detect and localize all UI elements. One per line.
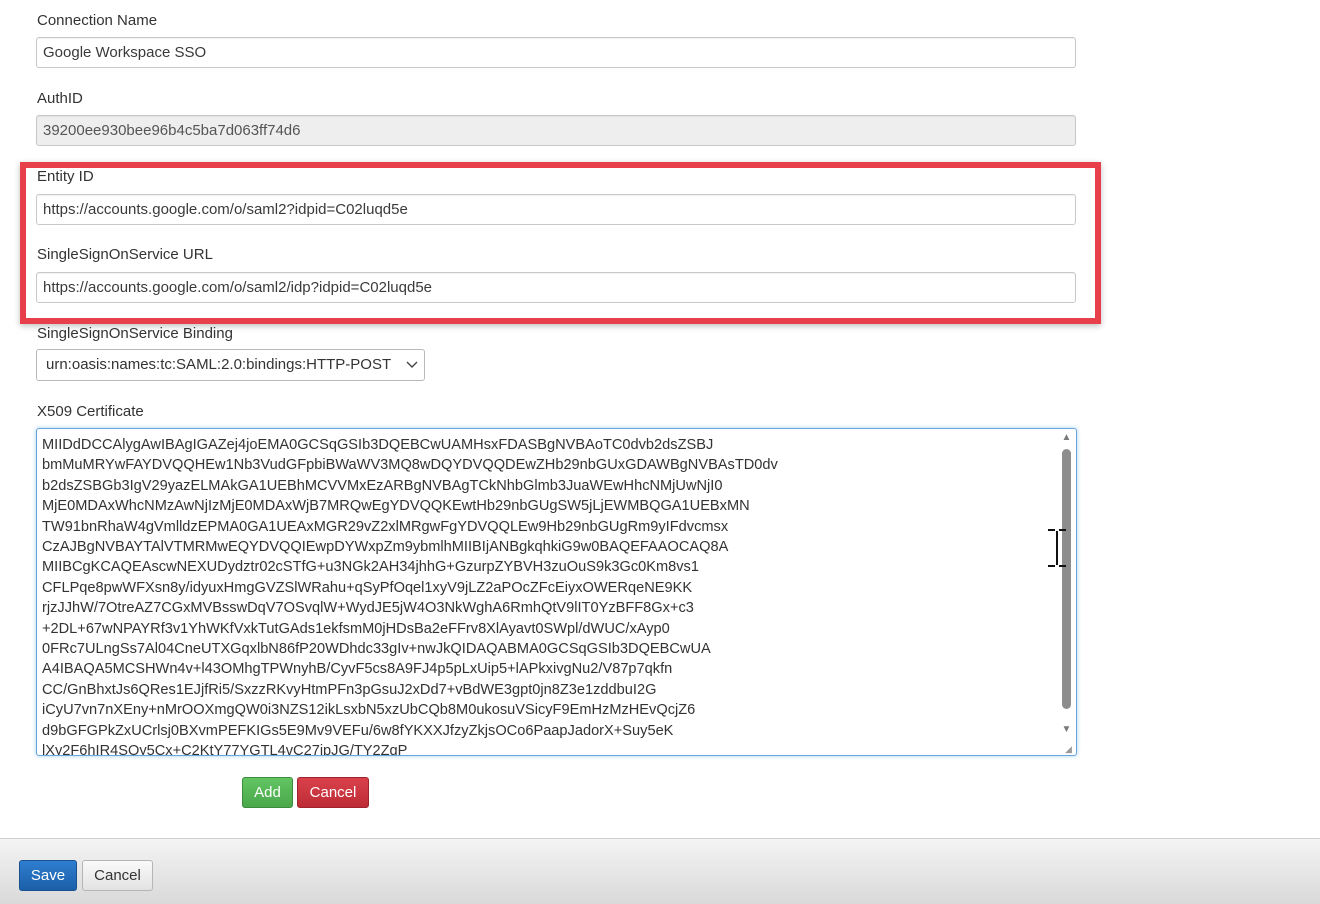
certificate-line: lXy2F6hIR4SOy5Cx+C2KtY77YGTL4vC27ipJG/TY…	[42, 743, 408, 756]
resize-handle-icon[interactable]: ◢	[1065, 744, 1075, 754]
sso-url-label: SingleSignOnService URL	[37, 246, 213, 263]
add-button[interactable]: Add	[242, 777, 293, 808]
certificate-line: 0FRc7ULngSs7Al04CneUTXGqxlbN86fP20WDhdc3…	[42, 641, 711, 658]
sso-binding-value: urn:oasis:names:tc:SAML:2.0:bindings:HTT…	[46, 356, 392, 373]
chevron-down-icon	[406, 350, 418, 391]
certificate-line: MIIDdDCCAlygAwIBAgIGAZej4joEMA0GCSqGSIb3…	[42, 437, 714, 453]
certificate-label: X509 Certificate	[37, 403, 144, 420]
certificate-line: b2dsZSBGb3IgV29yazELMAkGA1UEBhMCVVMxEzAR…	[42, 477, 723, 494]
certificate-line: CzAJBgNVBAYTAlVTMRMwEQYDVQQIEwpDYWxpZm9y…	[42, 539, 729, 556]
certificate-line: d9bGFGPkZxUCrlsj0BXvmPEFKIGs5E9Mv9VEFu/6…	[42, 722, 674, 739]
sso-binding-label: SingleSignOnService Binding	[37, 325, 233, 342]
entity-id-input[interactable]: https://accounts.google.com/o/saml2?idpi…	[36, 194, 1076, 225]
cancel-form-button[interactable]: Cancel	[297, 777, 369, 808]
scroll-down-icon[interactable]: ▼	[1059, 723, 1074, 737]
sso-url-input[interactable]: https://accounts.google.com/o/saml2/idp?…	[36, 272, 1076, 303]
entity-id-label: Entity ID	[37, 168, 94, 185]
authid-label: AuthID	[37, 90, 83, 107]
certificate-textarea[interactable]: MIIDdDCCAlygAwIBAgIGAZej4joEMA0GCSqGSIb3…	[36, 428, 1077, 756]
text-cursor-icon	[1045, 528, 1069, 568]
certificate-lines: MIIDdDCCAlygAwIBAgIGAZej4joEMA0GCSqGSIb3…	[42, 435, 778, 756]
cancel-button[interactable]: Cancel	[82, 860, 153, 891]
certificate-line: iCyU7vn7nXEny+nMrOOXmgQW0i3NZS12ikLsxbN5…	[42, 702, 696, 719]
connection-name-label: Connection Name	[37, 12, 158, 29]
certificate-line: CFLPqe8pwWFXsn8y/idyuxHmgGVZSlWRahu+qSyP…	[42, 579, 693, 596]
certificate-line: bmMuMRYwFAYDVQQHEw1Nb3VudGFpbiBWaWV3MQ8w…	[42, 457, 778, 474]
certificate-line: A4IBAQA5MCSHWn4v+l43OMhgTPWnyhB/CyvF5cs8…	[42, 661, 673, 678]
footer-bar: Save Cancel	[0, 838, 1320, 904]
scroll-up-icon[interactable]: ▲	[1059, 431, 1074, 445]
certificate-line: +2DL+67wNPAYRf3v1YhWKfVxkTutGAds1ekfsmM0…	[42, 620, 670, 637]
certificate-line: MjE0MDAxWhcNMzAwNjIzMjE0MDAxWjB7MRQwEgYD…	[42, 498, 750, 515]
save-button[interactable]: Save	[19, 860, 77, 891]
authid-input: 39200ee930bee96b4c5ba7d063ff74d6	[36, 115, 1076, 146]
connection-name-input[interactable]: Google Workspace SSO	[36, 37, 1076, 68]
certificate-line: CC/GnBhxtJs6QRes1EJjfRi5/SxzzRKvyHtmPFn3…	[42, 681, 657, 698]
certificate-line: rjzJJhW/7OtreAZ7CGxMVBsswDqV7OSvqlW+WydJ…	[42, 600, 694, 617]
scroll-thumb[interactable]	[1062, 449, 1071, 709]
certificate-line: MIIBCgKCAQEAscwNEXUDydztr02cSTfG+u3NGk2A…	[42, 559, 699, 576]
certificate-line: TW91bnRhaW4gVmlldzEPMA0GA1UEAxMGR29vZ2xl…	[42, 518, 729, 535]
scrollbar[interactable]: ▲ ▼	[1059, 431, 1074, 753]
sso-binding-select[interactable]: urn:oasis:names:tc:SAML:2.0:bindings:HTT…	[36, 349, 425, 381]
